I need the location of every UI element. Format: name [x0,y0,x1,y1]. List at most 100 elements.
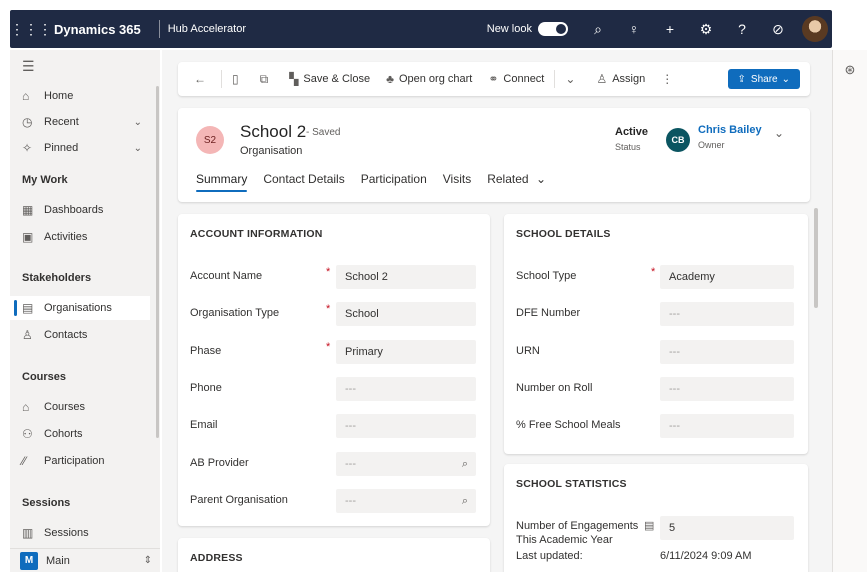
app-name[interactable]: Hub Accelerator [168,23,246,35]
parent-organisation-lookup[interactable]: --- ⌕ [336,489,476,513]
participation-icon: ⁄⁄ [22,454,27,468]
connect-icon: ⚭ [488,72,499,86]
school-type-select[interactable]: Academy [660,265,794,289]
copilot-icon[interactable]: ⊘ [760,21,796,38]
owner-link[interactable]: Chris Bailey [698,124,762,136]
sidebar-item-sessions[interactable]: ▥ Sessions [10,521,150,545]
help-icon[interactable]: ? [724,21,760,37]
email-input[interactable]: --- [336,414,476,438]
field-label: Number on Roll [516,382,593,394]
chevron-down-icon[interactable]: ⌄ [774,126,784,140]
engagements-label-line1: Number of Engagements [516,520,639,532]
required-marker: * [651,266,656,278]
search-icon[interactable]: ⌕ [462,495,468,508]
organisation-type-select[interactable]: School [336,302,476,326]
record-header: S2 School 2 - Saved Organisation Active … [178,108,810,202]
record-avatar: S2 [196,126,224,154]
back-button[interactable]: ← [186,67,219,91]
chevron-down-icon[interactable]: ⌄ [134,117,142,128]
sidebar-item-dashboards[interactable]: ▦ Dashboards [10,198,150,222]
dfe-number-input[interactable]: --- [660,302,794,326]
status-label: Status [615,142,641,152]
open-new-window-button[interactable]: ⧉ [252,67,282,91]
save-icon: ▚ [289,72,299,86]
record-tabs: Summary Contact Details Participation Vi… [196,172,562,192]
top-bar: ⋮⋮⋮ Dynamics 365 Hub Accelerator New loo… [0,0,867,50]
org-chart-icon: ♣ [386,72,394,86]
record-entity: Organisation [240,145,303,157]
main-scrollbar[interactable] [814,208,818,308]
sidebar-item-contacts[interactable]: ♙ Contacts [10,323,150,347]
home-icon: ⌂ [22,89,30,103]
sidebar-item-participation[interactable]: ⁄⁄ Participation [10,449,150,473]
school-details-section: SCHOOL DETAILS School Type * Academy DFE… [504,214,808,454]
command-bar: ← ▯ ⧉ ▚ Save & Close ♣ Open org chart ⚭ … [178,62,810,96]
plus-icon[interactable]: + [652,21,688,37]
activities-icon: ▣ [22,230,34,244]
share-button[interactable]: ⇪ Share ⌄ [727,69,800,89]
section-title: ADDRESS [190,552,243,564]
lightbulb-icon[interactable]: ♀ [616,21,652,37]
group-icon: ⚇ [22,427,33,441]
section-title: ACCOUNT INFORMATION [190,228,323,240]
divider [554,70,556,88]
open-org-chart-label: Open org chart [398,73,473,85]
tab-contact-details[interactable]: Contact Details [263,172,344,192]
account-name-input[interactable]: School 2 [336,265,476,289]
record-set-button[interactable]: ▯ [224,67,252,91]
divider [158,20,160,38]
chevron-down-icon[interactable]: ⌄ [134,143,142,154]
new-window-icon: ⧉ [259,71,269,86]
sidebar-item-cohorts[interactable]: ⚇ Cohorts [10,422,150,446]
lookup-value: --- [345,458,356,470]
ab-provider-lookup[interactable]: --- ⌕ [336,452,476,476]
waffle-icon[interactable]: ⋮⋮⋮ [10,21,52,38]
sidebar-item-label: Home [44,90,74,102]
phone-input[interactable]: --- [336,377,476,401]
sidebar-scrollbar[interactable] [156,86,159,438]
phase-select[interactable]: Primary [336,340,476,364]
app-title[interactable]: Dynamics 365 [46,22,151,37]
sidebar-section-courses: Courses [22,371,67,383]
more-commands-button[interactable]: ⋮ [653,67,686,91]
area-switcher[interactable]: M Main ⇕ [10,548,160,572]
sidebar-item-recent[interactable]: ◷ Recent ⌄ [10,110,150,134]
sidebar-item-label: Courses [44,401,85,413]
hamburger-icon[interactable]: ☰ [22,58,35,75]
save-close-button[interactable]: ▚ Save & Close [281,67,378,91]
connect-button[interactable]: ⚭ Connect [480,67,552,91]
sidebar-item-home[interactable]: ⌂ Home [10,84,150,108]
copilot-pane-icon[interactable]: ⊛ [833,62,867,78]
dashboard-icon: ▦ [22,203,34,217]
assign-button[interactable]: ♙ Assign [588,67,653,91]
pin-icon: ✧ [22,141,33,155]
free-school-meals-input[interactable]: --- [660,414,794,438]
tab-related[interactable]: Related ⌄ [487,172,546,192]
field-label: Organisation Type [190,307,280,319]
user-avatar[interactable] [802,16,828,42]
sessions-icon: ▥ [22,526,34,540]
urn-input[interactable]: --- [660,340,794,364]
required-marker: * [326,341,331,353]
owner-avatar: CB [666,128,690,152]
gear-icon[interactable]: ⚙ [688,21,724,38]
sidebar-item-courses[interactable]: ⌂ Courses [10,395,150,419]
new-look-toggle[interactable] [538,22,568,36]
locked-icon: ▤ [644,520,655,532]
last-updated-label: Last updated: [516,550,583,562]
connect-dropdown-button[interactable]: ⌄ [557,67,588,91]
connect-label: Connect [503,73,545,85]
sidebar-item-pinned[interactable]: ✧ Pinned ⌄ [10,136,150,160]
sidebar-item-activities[interactable]: ▣ Activities [10,225,150,249]
number-on-roll-input[interactable]: --- [660,377,794,401]
tab-visits[interactable]: Visits [443,172,471,192]
tab-participation[interactable]: Participation [361,172,427,192]
sidebar-item-organisations[interactable]: ▤ Organisations [10,296,150,320]
open-org-chart-button[interactable]: ♣ Open org chart [378,67,480,91]
required-marker: * [326,266,331,278]
search-icon[interactable]: ⌕ [462,458,468,471]
tab-summary[interactable]: Summary [196,172,248,192]
search-icon[interactable]: ⌕ [580,21,616,38]
save-close-label: Save & Close [303,73,371,85]
sidebar-item-label: Pinned [44,142,79,154]
